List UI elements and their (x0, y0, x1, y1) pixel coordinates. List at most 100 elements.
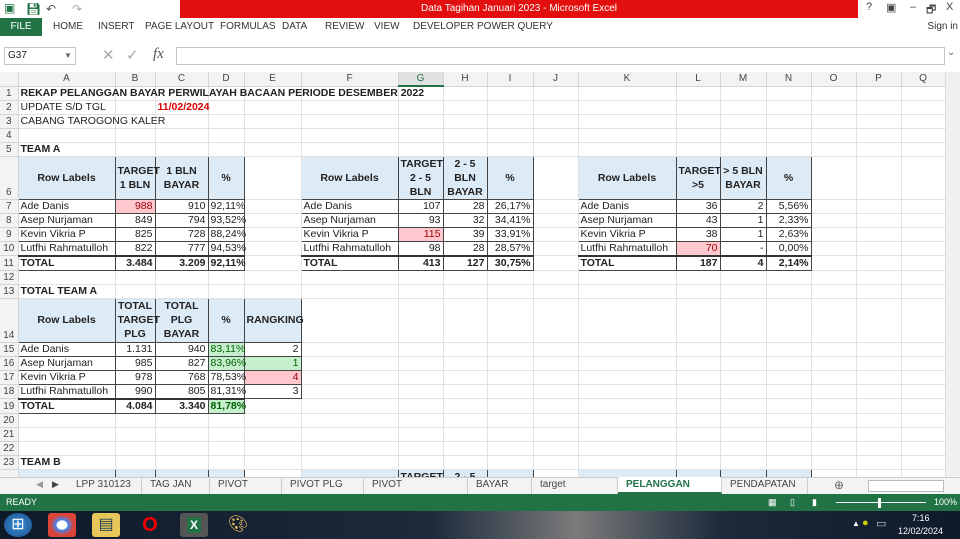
cell-O4[interactable] (811, 128, 857, 143)
cell-E2[interactable] (244, 100, 302, 115)
cell-J4[interactable] (533, 128, 579, 143)
cell-J20[interactable] (533, 413, 579, 428)
cell-A15[interactable]: Ade Danis (17, 341, 116, 357)
cell-M11[interactable]: 4 (719, 254, 767, 271)
minimize-button[interactable]: – (910, 1, 916, 13)
cell-N3[interactable] (766, 114, 812, 129)
cell-B11[interactable]: 3.484 (114, 254, 156, 271)
clock-time[interactable]: 7:16 (912, 513, 930, 523)
cell-A23[interactable]: TEAM B (18, 455, 116, 470)
cell-Q3[interactable] (901, 114, 945, 129)
cell-P15[interactable] (856, 342, 902, 357)
cell-M23[interactable] (720, 455, 767, 470)
cell-P17[interactable] (856, 370, 902, 385)
cell-I9[interactable]: 33,91% (486, 226, 534, 242)
cell-L7[interactable]: 36 (675, 198, 721, 214)
cell-O15[interactable] (811, 342, 857, 357)
cell-K21[interactable] (578, 427, 677, 442)
cell-I18[interactable] (487, 384, 534, 399)
cell-N24[interactable]: % (765, 468, 812, 477)
cell-E17[interactable]: 4 (243, 369, 302, 385)
cell-E15[interactable]: 2 (243, 341, 302, 357)
cell-Q20[interactable] (901, 413, 945, 428)
cell-N19[interactable] (766, 398, 812, 414)
cell-I11[interactable]: 30,75% (486, 254, 534, 271)
cell-P8[interactable] (856, 213, 902, 228)
cell-D14[interactable]: % (207, 297, 245, 343)
cell-A8[interactable]: Asep Nurjaman (17, 212, 116, 228)
cell-F11[interactable]: TOTAL (300, 254, 399, 271)
cell-K1[interactable] (578, 86, 677, 101)
cell-M16[interactable] (720, 356, 767, 371)
sheet-tab[interactable]: PENDAPATAN ... (722, 477, 808, 506)
cell-G23[interactable] (398, 455, 444, 470)
cell-H2[interactable] (443, 100, 488, 115)
cell-I24[interactable]: % (486, 468, 534, 477)
cell-K10[interactable]: Lutfhi Rahmatulloh (577, 240, 677, 256)
cell-N1[interactable] (766, 86, 812, 101)
cell-Q16[interactable] (901, 356, 945, 371)
cell-F24[interactable]: Row Labels (300, 468, 399, 477)
cell-C24[interactable]: 1 BLN BAYAR (154, 468, 209, 477)
cell-D11[interactable]: 92,11% (207, 254, 246, 271)
cell-K20[interactable] (578, 413, 677, 428)
normal-view-icon[interactable]: ▦ (768, 494, 777, 511)
cell-N10[interactable]: 0,00% (765, 240, 812, 256)
cell-C17[interactable]: 768 (154, 369, 209, 385)
sheet-tab[interactable]: target pelanggan (532, 477, 618, 506)
row-header[interactable]: 10 (0, 241, 19, 256)
cell-J1[interactable] (533, 86, 579, 101)
cell-N4[interactable] (766, 128, 812, 143)
cell-C15[interactable]: 940 (154, 341, 209, 357)
cell-L20[interactable] (676, 413, 721, 428)
cell-Q19[interactable] (901, 398, 945, 414)
cell-H18[interactable] (443, 384, 488, 399)
cell-B15[interactable]: 1.131 (114, 341, 156, 357)
cell-K6[interactable]: Row Labels (577, 155, 677, 200)
cell-N9[interactable]: 2,63% (765, 226, 812, 242)
cell-A11[interactable]: TOTAL (17, 254, 116, 271)
cell-A13[interactable]: TOTAL TEAM A (18, 284, 116, 299)
cell-M22[interactable] (720, 441, 767, 456)
cell-K13[interactable] (578, 284, 677, 299)
cell-L21[interactable] (676, 427, 721, 442)
cell-H5[interactable] (443, 142, 488, 157)
cell-I17[interactable] (487, 370, 534, 385)
cell-A5[interactable]: TEAM A (18, 142, 116, 157)
cell-J24[interactable] (533, 469, 579, 477)
cell-O21[interactable] (811, 427, 857, 442)
cell-D9[interactable]: 88,24% (207, 226, 246, 242)
cell-O16[interactable] (811, 356, 857, 371)
cell-I1[interactable] (487, 86, 534, 101)
cell-J14[interactable] (533, 298, 579, 343)
cell-A6[interactable]: Row Labels (17, 155, 116, 200)
cell-L1[interactable] (676, 86, 721, 101)
cell-F22[interactable] (301, 441, 399, 456)
cell-M13[interactable] (720, 284, 767, 299)
sheet-tab[interactable]: PIVOT LUNAS (210, 477, 282, 506)
cell-J15[interactable] (533, 342, 579, 357)
cell-C22[interactable] (155, 441, 209, 456)
cell-B21[interactable] (115, 427, 156, 442)
cell-B13[interactable] (115, 284, 156, 299)
cell-J11[interactable] (533, 255, 579, 271)
row-header[interactable]: 15 (0, 342, 19, 357)
cell-M6[interactable]: > 5 BLN BAYAR (719, 155, 767, 200)
column-header-I[interactable]: I (487, 72, 534, 87)
excel-taskbar-icon[interactable]: X (180, 513, 208, 537)
cell-Q4[interactable] (901, 128, 945, 143)
cell-E11[interactable] (244, 255, 302, 271)
cell-Q24[interactable] (901, 469, 945, 477)
cell-G21[interactable] (398, 427, 444, 442)
cell-B8[interactable]: 849 (114, 212, 156, 228)
cell-L23[interactable] (676, 455, 721, 470)
cell-Q17[interactable] (901, 370, 945, 385)
cell-P1[interactable] (856, 86, 902, 101)
column-header-M[interactable]: M (720, 72, 767, 87)
cell-G18[interactable] (398, 384, 444, 399)
cell-A17[interactable]: Kevin Vikria P (17, 369, 116, 385)
show-hidden-icons[interactable]: ▲ (852, 519, 860, 528)
cell-G16[interactable] (398, 356, 444, 371)
cell-Q2[interactable] (901, 100, 945, 115)
cell-Q1[interactable] (901, 86, 945, 101)
